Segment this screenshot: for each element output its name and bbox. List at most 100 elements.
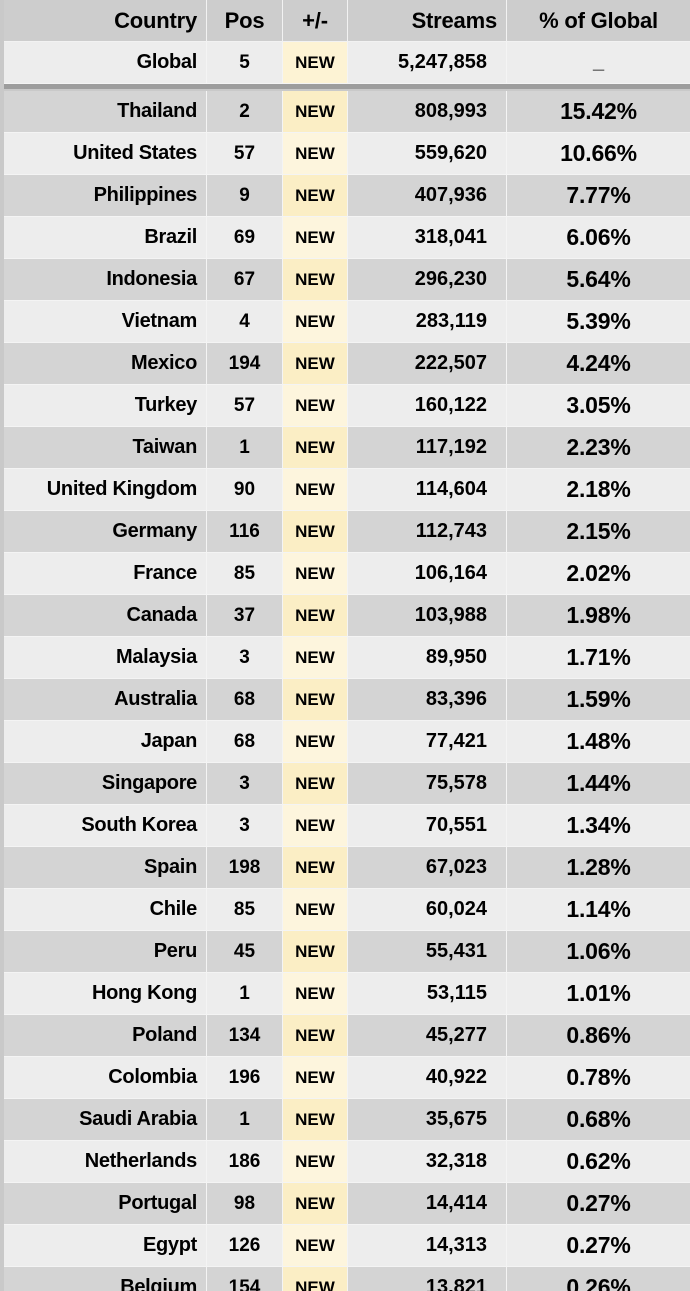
cell-pos: 116 (207, 511, 283, 553)
table-row[interactable]: South Korea 3 NEW 70,551 1.34% (4, 805, 690, 847)
cell-percent-of-global: 3.05% (507, 385, 690, 427)
table-row[interactable]: France 85 NEW 106,164 2.02% (4, 553, 690, 595)
summary-row-global[interactable]: Global 5 NEW 5,247,858 _ (4, 42, 690, 84)
column-header-pos[interactable]: Pos (207, 0, 283, 42)
table-row[interactable]: Colombia 196 NEW 40,922 0.78% (4, 1057, 690, 1099)
table-row[interactable]: Singapore 3 NEW 75,578 1.44% (4, 763, 690, 805)
cell-pos: 3 (207, 637, 283, 679)
cell-change: NEW (283, 1057, 348, 1099)
table-row[interactable]: United Kingdom 90 NEW 114,604 2.18% (4, 469, 690, 511)
table-row[interactable]: Malaysia 3 NEW 89,950 1.71% (4, 637, 690, 679)
cell-streams: 70,551 (348, 805, 507, 847)
cell-streams: 117,192 (348, 427, 507, 469)
cell-percent-of-global: 1.71% (507, 637, 690, 679)
table-row[interactable]: Hong Kong 1 NEW 53,115 1.01% (4, 973, 690, 1015)
cell-streams: 222,507 (348, 343, 507, 385)
cell-pos: 68 (207, 721, 283, 763)
cell-change: NEW (283, 427, 348, 469)
table-row[interactable]: Egypt 126 NEW 14,313 0.27% (4, 1225, 690, 1267)
cell-change: NEW (283, 469, 348, 511)
table-row[interactable]: Brazil 69 NEW 318,041 6.06% (4, 217, 690, 259)
table-row[interactable]: Indonesia 67 NEW 296,230 5.64% (4, 259, 690, 301)
cell-change: NEW (283, 637, 348, 679)
column-header-country[interactable]: Country (4, 0, 207, 42)
country-streams-table: Country Pos +/- Streams % of Global Glob… (4, 0, 690, 1291)
cell-change: NEW (283, 553, 348, 595)
table-row[interactable]: Japan 68 NEW 77,421 1.48% (4, 721, 690, 763)
cell-percent-of-global: 1.59% (507, 679, 690, 721)
column-header-change[interactable]: +/- (283, 0, 348, 42)
cell-streams: 103,988 (348, 595, 507, 637)
cell-percent-of-global: 2.02% (507, 553, 690, 595)
cell-pos: 126 (207, 1225, 283, 1267)
cell-country: Mexico (4, 343, 207, 385)
cell-change: NEW (283, 259, 348, 301)
cell-pos: 85 (207, 889, 283, 931)
cell-country: Hong Kong (4, 973, 207, 1015)
table-row[interactable]: Philippines 9 NEW 407,936 7.77% (4, 175, 690, 217)
cell-country: Vietnam (4, 301, 207, 343)
table-row[interactable]: Taiwan 1 NEW 117,192 2.23% (4, 427, 690, 469)
cell-change: NEW (283, 91, 348, 133)
table-row[interactable]: Chile 85 NEW 60,024 1.14% (4, 889, 690, 931)
cell-streams: 112,743 (348, 511, 507, 553)
table-row[interactable]: Netherlands 186 NEW 32,318 0.62% (4, 1141, 690, 1183)
cell-streams: 808,993 (348, 91, 507, 133)
cell-change: NEW (283, 385, 348, 427)
cell-streams: 283,119 (348, 301, 507, 343)
summary-separator (4, 84, 690, 91)
table-row[interactable]: Portugal 98 NEW 14,414 0.27% (4, 1183, 690, 1225)
cell-streams: 55,431 (348, 931, 507, 973)
cell-pos: 5 (207, 42, 283, 84)
cell-streams: 35,675 (348, 1099, 507, 1141)
cell-streams: 114,604 (348, 469, 507, 511)
cell-streams: 67,023 (348, 847, 507, 889)
cell-percent-of-global: 5.64% (507, 259, 690, 301)
table-row[interactable]: Thailand 2 NEW 808,993 15.42% (4, 91, 690, 133)
table-row[interactable]: Belgium 154 NEW 13,821 0.26% (4, 1267, 690, 1291)
cell-percent-of-global: 1.44% (507, 763, 690, 805)
cell-country: Singapore (4, 763, 207, 805)
table-body: Global 5 NEW 5,247,858 _ Thailand 2 NEW 808,993 1… (4, 42, 690, 1291)
cell-change: NEW (283, 763, 348, 805)
table-row[interactable]: Saudi Arabia 1 NEW 35,675 0.68% (4, 1099, 690, 1141)
cell-streams: 77,421 (348, 721, 507, 763)
cell-percent-of-global: 0.62% (507, 1141, 690, 1183)
table-row[interactable]: Peru 45 NEW 55,431 1.06% (4, 931, 690, 973)
table-row[interactable]: Australia 68 NEW 83,396 1.59% (4, 679, 690, 721)
cell-change: NEW (283, 133, 348, 175)
table-row[interactable]: Poland 134 NEW 45,277 0.86% (4, 1015, 690, 1057)
cell-streams: 45,277 (348, 1015, 507, 1057)
cell-streams: 89,950 (348, 637, 507, 679)
cell-country: Belgium (4, 1267, 207, 1291)
cell-country: Germany (4, 511, 207, 553)
cell-country: Brazil (4, 217, 207, 259)
table-row[interactable]: Canada 37 NEW 103,988 1.98% (4, 595, 690, 637)
cell-pos: 4 (207, 301, 283, 343)
cell-pos: 90 (207, 469, 283, 511)
cell-change: NEW (283, 889, 348, 931)
cell-country: Taiwan (4, 427, 207, 469)
cell-change: NEW (283, 175, 348, 217)
cell-change: NEW (283, 679, 348, 721)
cell-percent-of-global: 7.77% (507, 175, 690, 217)
cell-percent-of-global: 1.48% (507, 721, 690, 763)
table-row[interactable]: Vietnam 4 NEW 283,119 5.39% (4, 301, 690, 343)
column-header-streams[interactable]: Streams (348, 0, 507, 42)
streams-table-container: Country Pos +/- Streams % of Global Glob… (0, 0, 690, 1291)
table-row[interactable]: United States 57 NEW 559,620 10.66% (4, 133, 690, 175)
table-row[interactable]: Mexico 194 NEW 222,507 4.24% (4, 343, 690, 385)
cell-streams: 296,230 (348, 259, 507, 301)
table-row[interactable]: Turkey 57 NEW 160,122 3.05% (4, 385, 690, 427)
column-header-percent-of-global[interactable]: % of Global (507, 0, 690, 42)
cell-change: NEW (283, 847, 348, 889)
cell-streams: 53,115 (348, 973, 507, 1015)
cell-pos: 3 (207, 805, 283, 847)
table-row[interactable]: Spain 198 NEW 67,023 1.28% (4, 847, 690, 889)
cell-pos: 9 (207, 175, 283, 217)
cell-streams: 32,318 (348, 1141, 507, 1183)
cell-percent-of-global: 6.06% (507, 217, 690, 259)
cell-country: France (4, 553, 207, 595)
cell-change: NEW (283, 217, 348, 259)
table-row[interactable]: Germany 116 NEW 112,743 2.15% (4, 511, 690, 553)
